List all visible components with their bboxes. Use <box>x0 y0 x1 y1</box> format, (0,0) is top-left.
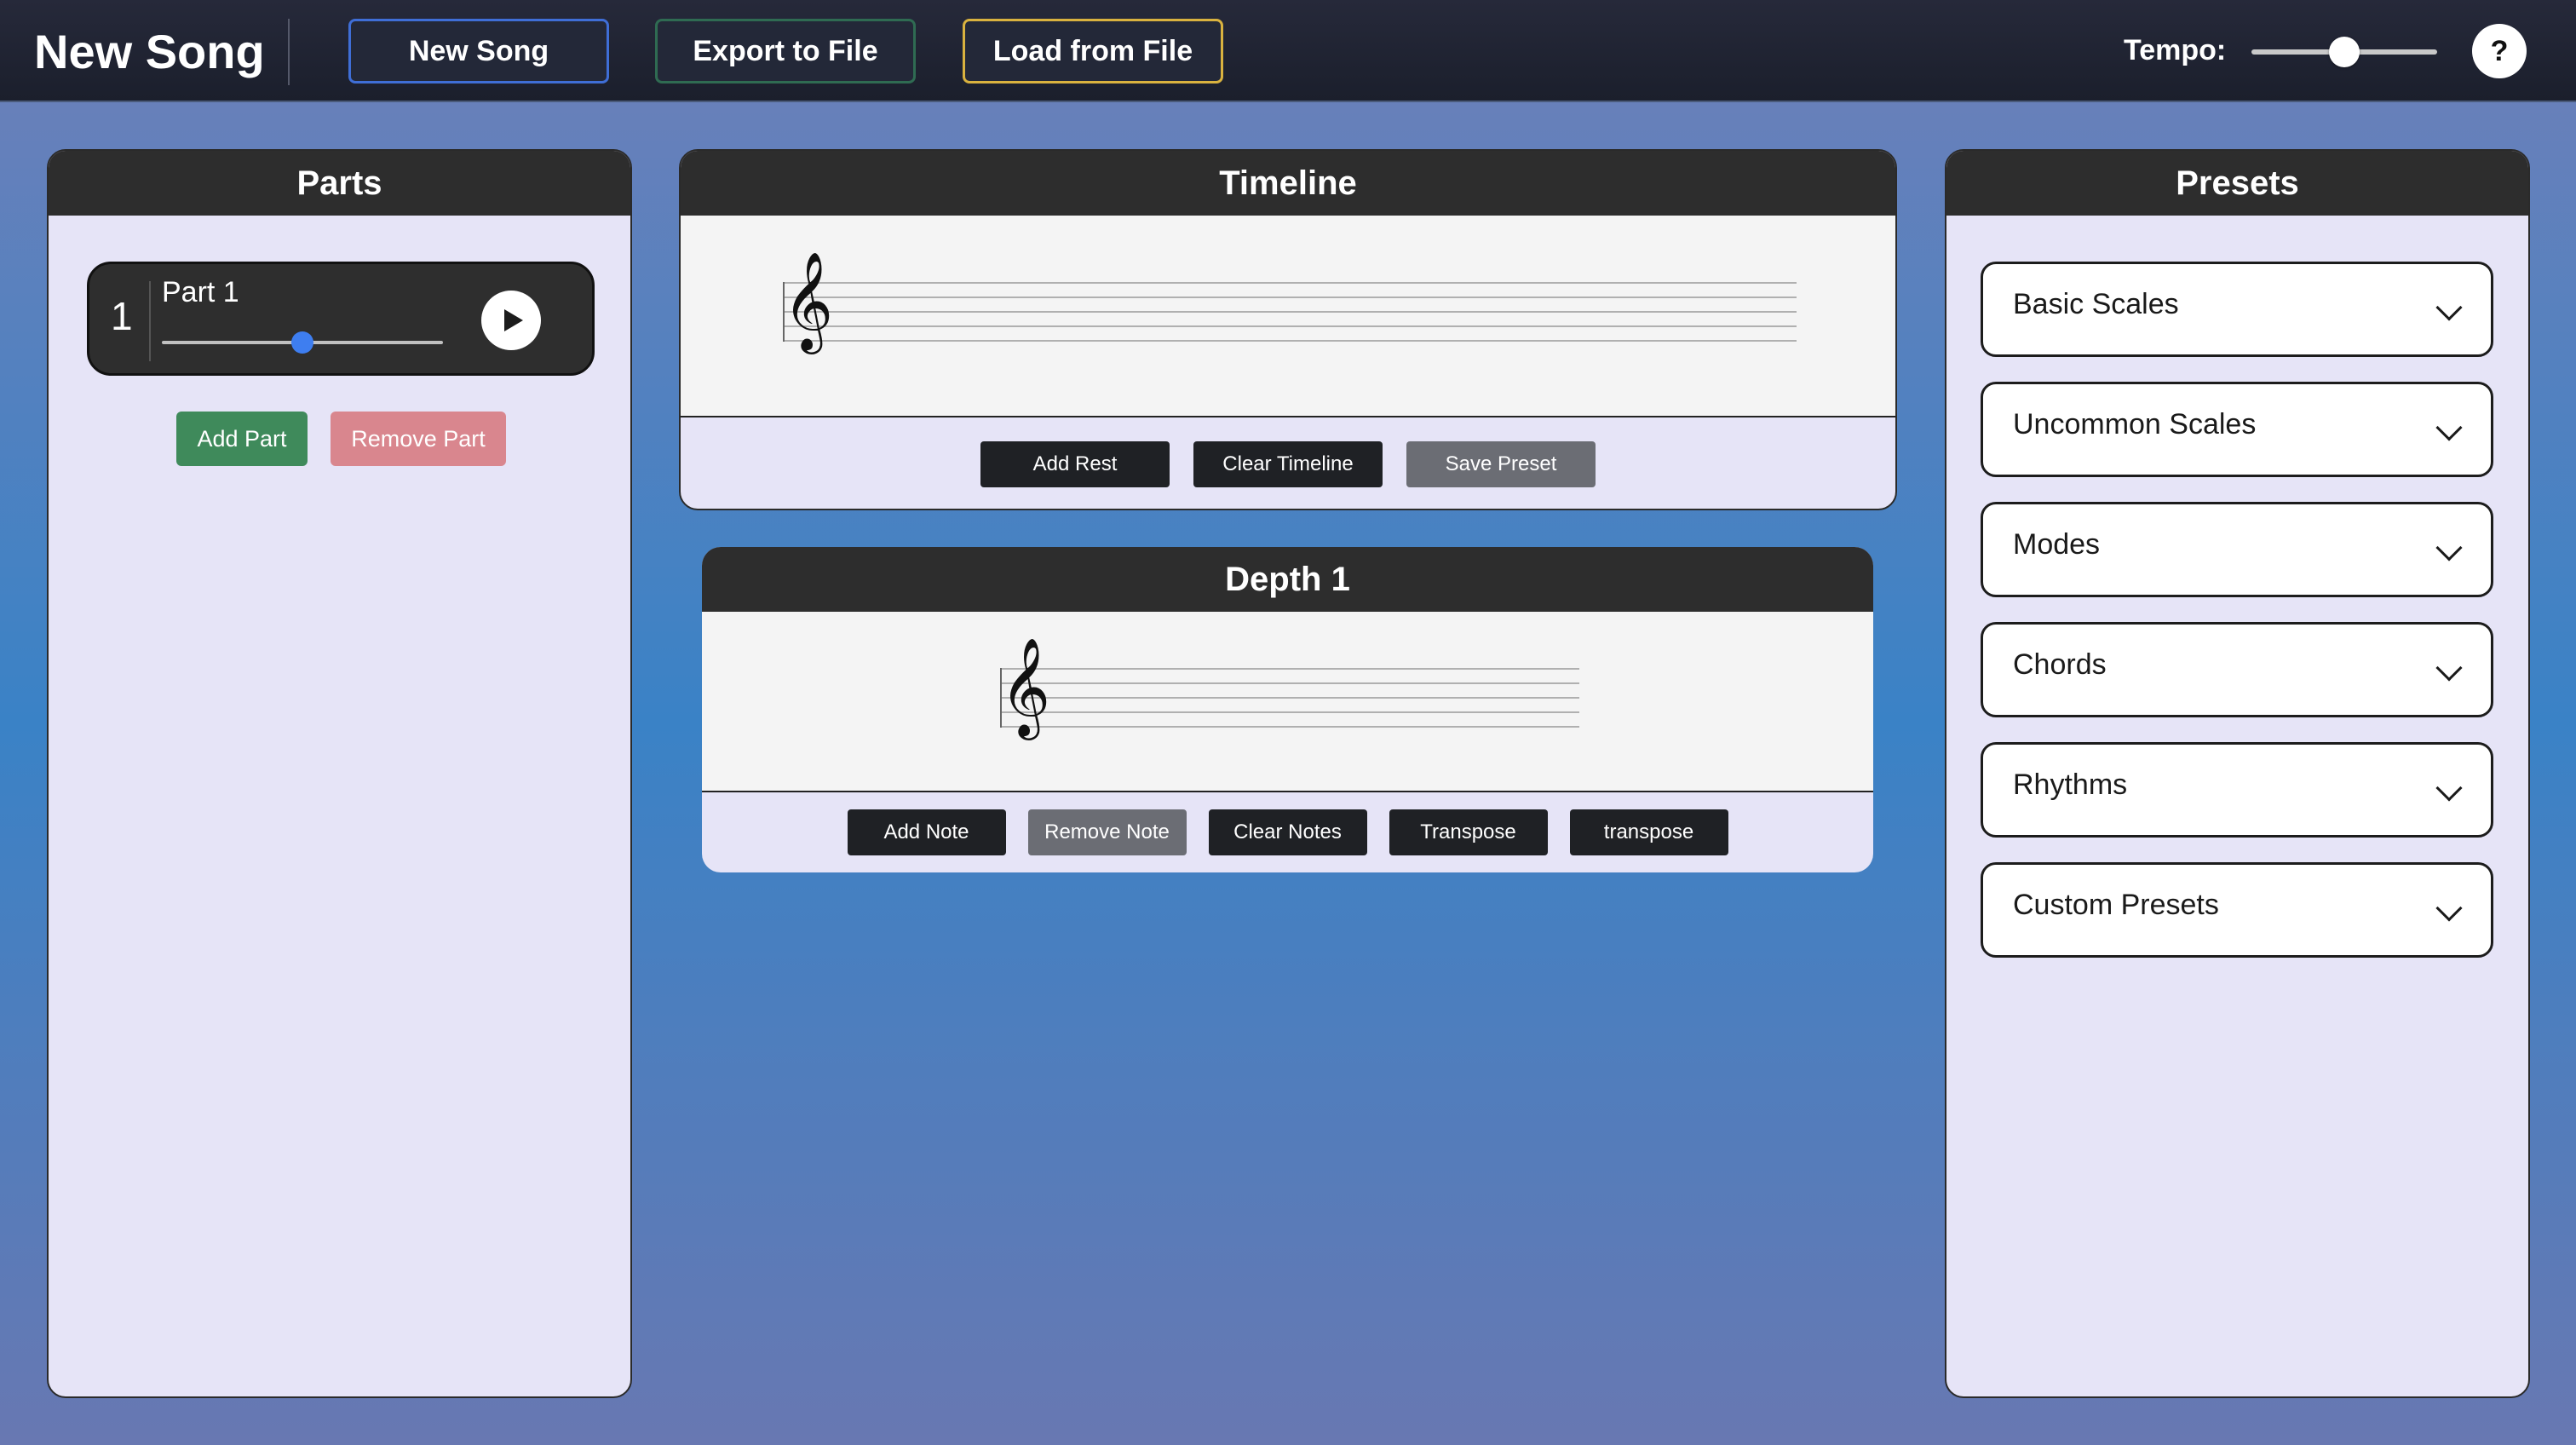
tempo-slider-thumb[interactable] <box>2329 37 2360 67</box>
title-divider <box>288 19 290 85</box>
part-divider <box>149 281 151 361</box>
chevron-down-icon <box>2435 774 2463 802</box>
preset-label: Modes <box>2013 528 2101 561</box>
new-song-button[interactable]: New Song <box>348 19 609 83</box>
part-volume-slider-thumb[interactable] <box>291 331 313 354</box>
timeline-controls: Add Rest Clear Timeline Save Preset <box>681 417 1895 509</box>
song-title[interactable]: New Song <box>34 24 265 79</box>
timeline-panel: Timeline 𝄞 Add Rest Clear Timeline Save … <box>679 149 1897 510</box>
preset-label: Rhythms <box>2013 769 2128 801</box>
preset-basic-scales[interactable]: Basic Scales <box>1981 262 2493 357</box>
part-card[interactable]: 1 Part 1 <box>87 262 595 376</box>
chevron-down-icon <box>2435 895 2463 922</box>
save-preset-button[interactable]: Save Preset <box>1406 440 1596 487</box>
chevron-down-icon <box>2435 654 2463 682</box>
depth-staff[interactable]: 𝄞 <box>702 612 1873 792</box>
preset-label: Basic Scales <box>2013 288 2179 320</box>
clear-timeline-button[interactable]: Clear Timeline <box>1193 440 1383 487</box>
export-to-file-button[interactable]: Export to File <box>655 19 916 83</box>
remove-part-button[interactable]: Remove Part <box>331 412 506 466</box>
preset-label: Chords <box>2013 648 2107 681</box>
remove-note-button[interactable]: Remove Note <box>1027 809 1187 855</box>
clear-notes-button[interactable]: Clear Notes <box>1208 809 1367 855</box>
add-part-button[interactable]: Add Part <box>176 412 308 466</box>
transpose-lower-button[interactable]: transpose <box>1569 809 1728 855</box>
preset-uncommon-scales[interactable]: Uncommon Scales <box>1981 382 2493 477</box>
load-from-file-button[interactable]: Load from File <box>963 19 1223 83</box>
depth-panel: Depth 1 𝄞 Add Note Remove Note Clear Not… <box>702 547 1873 872</box>
depth-controls: Add Note Remove Note Clear Notes Transpo… <box>702 792 1873 872</box>
preset-label: Uncommon Scales <box>2013 408 2257 440</box>
chevron-down-icon <box>2435 294 2463 321</box>
presets-panel: Presets Basic Scales Uncommon Scales Mod… <box>1945 149 2530 1398</box>
preset-modes[interactable]: Modes <box>1981 502 2493 597</box>
transpose-button[interactable]: Transpose <box>1389 809 1548 855</box>
part-number: 1 <box>111 294 133 338</box>
preset-label: Custom Presets <box>2013 889 2219 921</box>
preset-rhythms[interactable]: Rhythms <box>1981 742 2493 838</box>
tempo-slider[interactable] <box>2251 37 2437 67</box>
treble-clef-icon: 𝄞 <box>1000 636 1051 736</box>
treble-clef-icon: 𝄞 <box>783 250 834 350</box>
add-rest-button[interactable]: Add Rest <box>980 440 1170 487</box>
tempo-label: Tempo: <box>2124 34 2227 66</box>
parts-header: Parts <box>49 151 630 216</box>
parts-panel: Parts 1 Part 1 Add Part Remove Part <box>47 149 632 1398</box>
top-bar: New Song New Song Export to File Load fr… <box>0 0 2576 102</box>
play-icon[interactable] <box>481 291 541 350</box>
add-note-button[interactable]: Add Note <box>847 809 1006 855</box>
part-volume-slider[interactable] <box>162 331 443 354</box>
preset-custom-presets[interactable]: Custom Presets <box>1981 862 2493 958</box>
staff-lines <box>783 282 1797 343</box>
presets-header: Presets <box>1946 151 2528 216</box>
staff-lines <box>1000 668 1579 729</box>
help-button[interactable]: ? <box>2472 24 2527 78</box>
preset-chords[interactable]: Chords <box>1981 622 2493 717</box>
timeline-header: Timeline <box>681 151 1895 216</box>
chevron-down-icon <box>2435 534 2463 561</box>
timeline-staff[interactable]: 𝄞 <box>681 216 1895 417</box>
part-name: Part 1 <box>162 276 239 308</box>
chevron-down-icon <box>2435 414 2463 441</box>
depth-header: Depth 1 <box>702 547 1873 612</box>
